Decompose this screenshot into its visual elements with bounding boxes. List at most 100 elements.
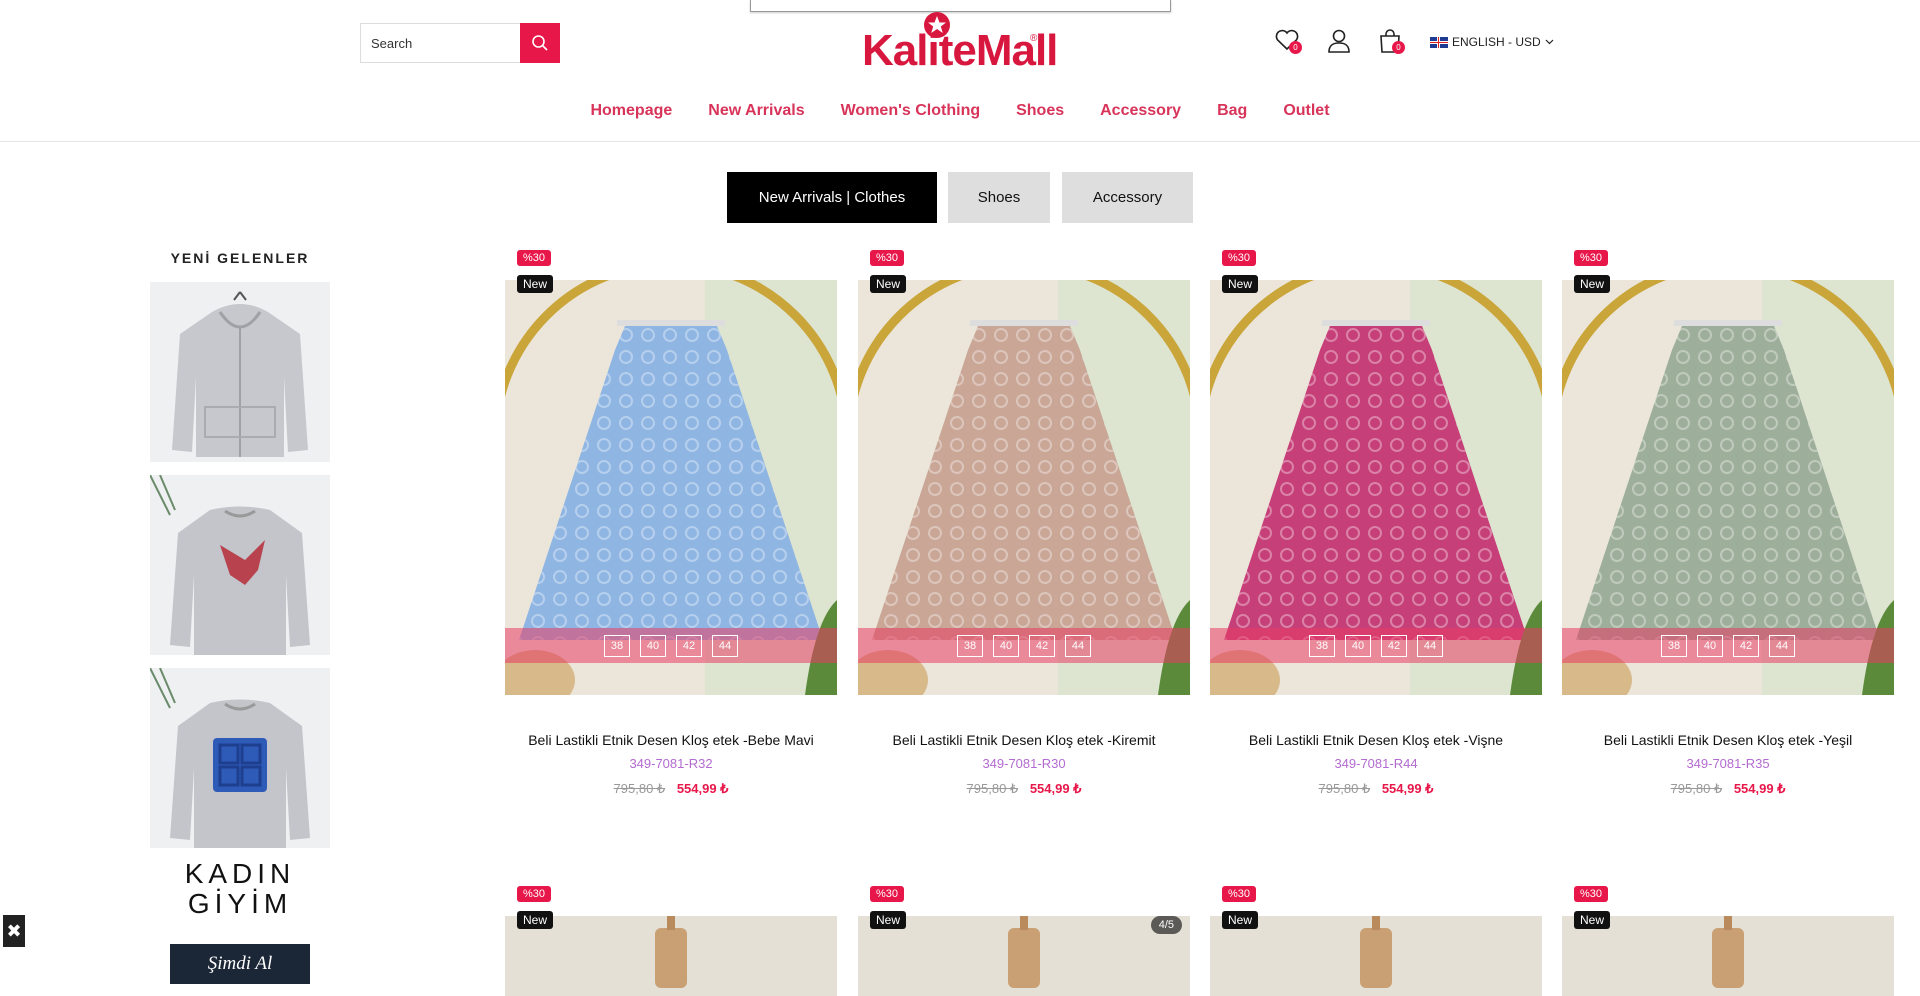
- language-currency-selector[interactable]: ENGLISH - USD: [1430, 35, 1554, 49]
- logo-text: KaliteMall: [862, 26, 1058, 75]
- promo-heading: KADIN GİYİM: [150, 859, 330, 919]
- product-code: 349-7081-R44: [1334, 756, 1418, 771]
- tab-accessory[interactable]: Accessory: [1062, 172, 1193, 223]
- main-nav: Homepage New Arrivals Women's Clothing S…: [0, 102, 1920, 120]
- shop-now-button[interactable]: Şimdi Al: [170, 944, 310, 984]
- size-option[interactable]: 42: [676, 634, 702, 657]
- size-option[interactable]: 38: [1309, 634, 1335, 657]
- product-image-wrap[interactable]: [1210, 916, 1542, 996]
- cart-button[interactable]: 0: [1378, 28, 1406, 56]
- logo-star-icon: [924, 12, 950, 38]
- nav-outlet[interactable]: Outlet: [1265, 102, 1347, 120]
- eagle-sweatshirt-image: [150, 475, 330, 655]
- sidebar-product-eagle-sweatshirt[interactable]: [150, 475, 330, 655]
- size-option[interactable]: 42: [1733, 634, 1759, 657]
- size-options: 38 40 42 44: [858, 628, 1190, 663]
- mannequin-image: [1562, 916, 1894, 996]
- nav-accessory[interactable]: Accessory: [1082, 102, 1199, 120]
- product-code: 349-7081-R35: [1686, 756, 1770, 771]
- product-name[interactable]: Beli Lastikli Etnik Desen Kloş etek -Yeş…: [1562, 732, 1894, 748]
- size-option[interactable]: 38: [1661, 634, 1687, 657]
- nav-homepage[interactable]: Homepage: [572, 102, 690, 120]
- product-code: 349-7081-R30: [982, 756, 1066, 771]
- nav-new-arrivals[interactable]: New Arrivals: [690, 102, 822, 120]
- size-options: 38 40 42 44: [505, 628, 837, 663]
- size-option[interactable]: 42: [1381, 634, 1407, 657]
- search-icon: [532, 35, 548, 51]
- cart-count: 0: [1392, 41, 1405, 54]
- mannequin-image: [1210, 916, 1542, 996]
- product-name[interactable]: Beli Lastikli Etnik Desen Kloş etek -Beb…: [505, 732, 837, 748]
- sidebar-product-hoodie[interactable]: [150, 282, 330, 462]
- size-option[interactable]: 44: [712, 634, 738, 657]
- size-option[interactable]: 44: [1065, 634, 1091, 657]
- language-label: ENGLISH - USD: [1452, 35, 1541, 49]
- nav-womens-clothing[interactable]: Women's Clothing: [823, 102, 999, 120]
- tab-shoes[interactable]: Shoes: [948, 172, 1050, 223]
- old-price: 795,80 ₺: [613, 781, 666, 796]
- size-option[interactable]: 38: [604, 634, 630, 657]
- size-options: 38 40 42 44: [1210, 628, 1542, 663]
- product-price: 795,80 ₺ 554,99 ₺: [1562, 781, 1894, 797]
- wishlist-button[interactable]: 0: [1274, 28, 1302, 56]
- nav-bag[interactable]: Bag: [1199, 102, 1265, 120]
- logo-registered-mark: ®: [1030, 33, 1038, 44]
- size-option[interactable]: 40: [993, 634, 1019, 657]
- old-price: 795,80 ₺: [1670, 781, 1723, 796]
- sale-price: 554,99 ₺: [676, 781, 729, 796]
- size-option[interactable]: 40: [1697, 634, 1723, 657]
- sidebar-product-logo-sweatshirt[interactable]: [150, 668, 330, 848]
- product-image-wrap[interactable]: [505, 916, 837, 996]
- discount-badge: %30: [870, 250, 905, 266]
- product-code: 349-7081-R32: [629, 756, 713, 771]
- product-name[interactable]: Beli Lastikli Etnik Desen Kloş etek -Kir…: [858, 732, 1190, 748]
- new-badge: New: [517, 911, 554, 929]
- new-badge: New: [517, 275, 554, 293]
- product-image-wrap[interactable]: [858, 916, 1190, 996]
- new-badge: New: [1222, 911, 1259, 929]
- site-logo[interactable]: KaliteMall ®: [862, 8, 1062, 78]
- new-badge: New: [870, 911, 907, 929]
- old-price: 795,80 ₺: [966, 781, 1019, 796]
- discount-badge: %30: [1222, 250, 1257, 266]
- discount-badge: %30: [517, 250, 552, 266]
- size-option[interactable]: 40: [640, 634, 666, 657]
- product-name[interactable]: Beli Lastikli Etnik Desen Kloş etek -Viş…: [1210, 732, 1542, 748]
- hoodie-image: [150, 282, 330, 462]
- search-input[interactable]: [361, 24, 520, 62]
- new-badge: New: [1574, 911, 1611, 929]
- account-button[interactable]: [1327, 28, 1355, 56]
- mannequin-image: [858, 916, 1190, 996]
- size-option[interactable]: 44: [1769, 634, 1795, 657]
- sale-price: 554,99 ₺: [1733, 781, 1786, 796]
- product-image-wrap[interactable]: 38 40 42 44: [858, 280, 1190, 695]
- promo-line-1: KADIN: [184, 858, 296, 889]
- nav-shoes[interactable]: Shoes: [998, 102, 1082, 120]
- tab-new-arrivals-clothes[interactable]: New Arrivals | Clothes: [727, 172, 937, 223]
- uk-flag-icon: [1430, 36, 1448, 48]
- discount-badge: %30: [1222, 886, 1257, 902]
- mannequin-image: [505, 916, 837, 996]
- size-option[interactable]: 42: [1029, 634, 1055, 657]
- product-image-wrap[interactable]: 38 40 42 44: [1562, 280, 1894, 695]
- header-divider: [0, 141, 1920, 142]
- search-box: [360, 23, 560, 63]
- discount-badge: %30: [870, 886, 905, 902]
- close-panel-button[interactable]: ✖: [3, 915, 25, 947]
- size-option[interactable]: 38: [957, 634, 983, 657]
- new-badge: New: [1574, 275, 1611, 293]
- size-option[interactable]: 44: [1417, 634, 1443, 657]
- user-icon: [1328, 29, 1350, 53]
- product-image-wrap[interactable]: 38 40 42 44: [1210, 280, 1542, 695]
- product-image-wrap[interactable]: [1562, 916, 1894, 996]
- discount-badge: %30: [1574, 886, 1609, 902]
- discount-badge: %30: [517, 886, 552, 902]
- size-option[interactable]: 40: [1345, 634, 1371, 657]
- size-options: 38 40 42 44: [1562, 628, 1894, 663]
- new-badge: New: [870, 275, 907, 293]
- close-icon: ✖: [6, 920, 22, 941]
- search-button[interactable]: [520, 23, 560, 63]
- logo-sweatshirt-image: [150, 668, 330, 848]
- image-counter: 4/5: [1150, 916, 1182, 934]
- product-image-wrap[interactable]: 38 40 42 44: [505, 280, 837, 695]
